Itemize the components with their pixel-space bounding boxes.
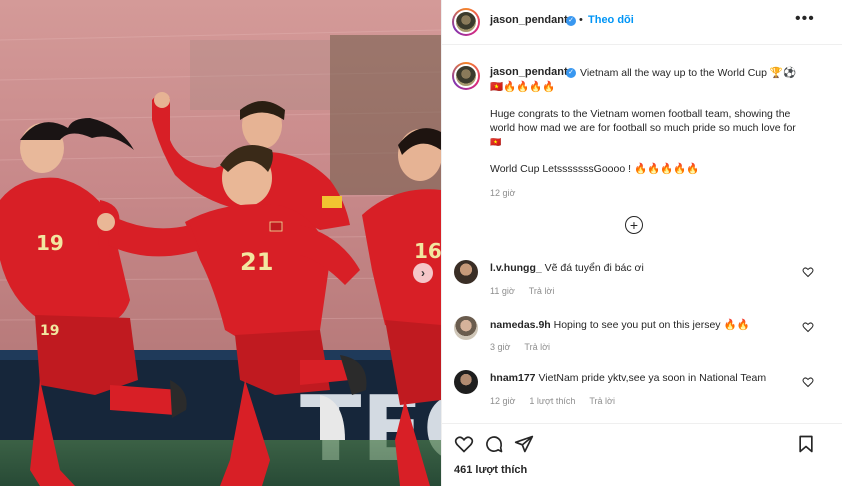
separator-dot: • (579, 14, 583, 26)
bookmark-icon[interactable] (796, 434, 816, 454)
jersey-number: 19 (36, 231, 64, 255)
commenter-username[interactable]: hnam177 (490, 372, 536, 384)
comment-meta: 3 giờ Trả lời (490, 342, 564, 352)
chevron-right-icon: › (421, 266, 425, 280)
author-username[interactable]: jason_pendant (490, 14, 568, 26)
comment-heart-icon[interactable] (802, 376, 814, 388)
comment-text: Vẽ đá tuyển đi bác ơi (544, 262, 644, 274)
comment-text: Hoping to see you put on this jersey 🔥🔥 (553, 319, 750, 331)
shorts-number: 19 (40, 323, 59, 339)
comment-time: 11 giờ (490, 286, 515, 296)
comment-icon[interactable] (484, 434, 504, 454)
verified-badge-icon: ✓ (566, 16, 576, 26)
plus-circle-icon[interactable]: + (625, 216, 643, 234)
commenter-username[interactable]: l.v.hungg_ (490, 262, 542, 274)
likes-count[interactable]: 461 lượt thích (454, 464, 527, 476)
caption-time: 12 giờ (490, 188, 516, 198)
post-header: jason_pendant ✓ Theo dõi • ••• (442, 0, 842, 45)
instagram-post: TEC 19 19 (0, 0, 842, 486)
comment-heart-icon[interactable] (802, 321, 814, 333)
caption-paragraph-3: 🇻🇳 (490, 137, 502, 147)
comment-like-count[interactable]: 1 lượt thích (529, 396, 575, 406)
comment-meta: 11 giờ Trả lời (490, 286, 568, 296)
jersey-number: 16 (414, 239, 441, 263)
post-side-panel: jason_pendant ✓ Theo dõi • ••• jason_pen… (441, 0, 842, 486)
comment-meta: 12 giờ 1 lượt thích Trả lời (490, 396, 629, 406)
carousel-next-button[interactable]: › (413, 263, 433, 283)
commenter-avatar[interactable] (454, 316, 478, 340)
caption-line-3: World Cup LetsssssssGoooo ! 🔥🔥🔥🔥🔥 (490, 163, 700, 175)
comment-text: VietNam pride yktv,see ya soon in Nation… (538, 372, 767, 384)
caption-username[interactable]: jason_pendant (490, 66, 568, 78)
comment-heart-icon[interactable] (802, 266, 814, 278)
football-celebration-image: TEC 19 19 (0, 0, 441, 486)
commenter-username[interactable]: namedas.9h (490, 319, 551, 331)
follow-button[interactable]: Theo dõi (588, 14, 634, 26)
paper-plane-icon[interactable] (514, 434, 534, 454)
comment-time: 3 giờ (490, 342, 511, 352)
reply-button[interactable]: Trả lời (529, 286, 555, 296)
post-photo[interactable]: TEC 19 19 (0, 0, 441, 486)
action-bar (442, 423, 842, 463)
author-avatar[interactable] (452, 8, 480, 36)
jersey-number: 21 (240, 248, 273, 276)
caption-author-avatar[interactable] (452, 62, 480, 90)
more-options-icon[interactable]: ••• (795, 10, 815, 28)
heart-icon[interactable] (454, 434, 474, 454)
comment-time: 12 giờ (490, 396, 516, 406)
commenter-avatar[interactable] (454, 370, 478, 394)
commenter-avatar[interactable] (454, 260, 478, 284)
caption-paragraph: Huge congrats to the Vietnam women footb… (490, 108, 791, 120)
verified-badge-icon: ✓ (566, 68, 576, 78)
caption-line-1: Vietnam all the way up to the World Cup … (580, 67, 797, 79)
reply-button[interactable]: Trả lời (524, 342, 550, 352)
reply-button[interactable]: Trả lời (589, 396, 615, 406)
caption-line-1-cont: 🇻🇳🔥🔥🔥🔥 (490, 81, 556, 93)
caption-paragraph-2: world how mad we are for football so muc… (490, 122, 796, 134)
